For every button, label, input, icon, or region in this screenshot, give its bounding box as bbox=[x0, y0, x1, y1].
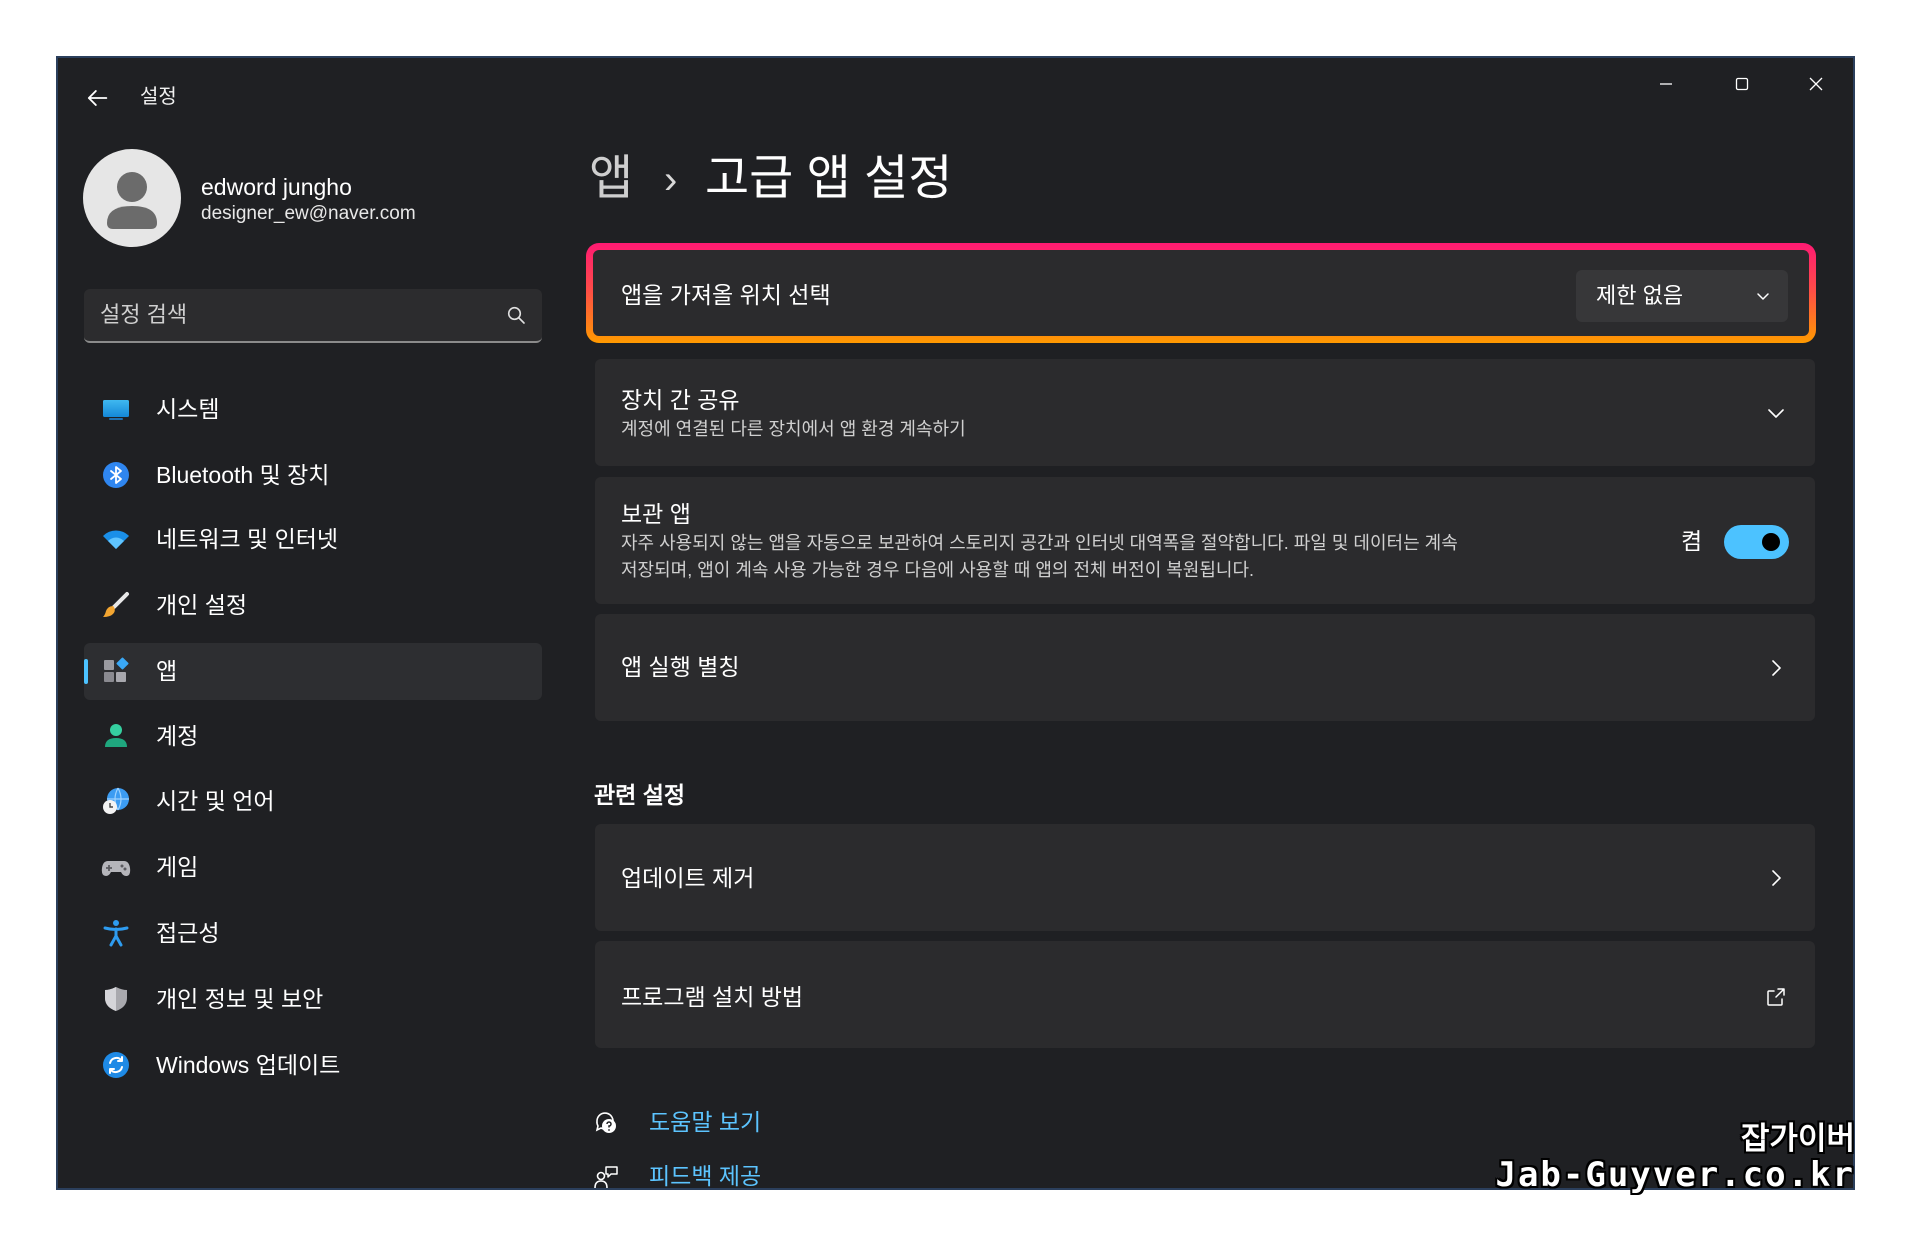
bluetooth-icon bbox=[101, 460, 131, 490]
sidebar-item-gaming[interactable]: 게임 bbox=[84, 839, 542, 896]
app-source-card-highlighted: 앱을 가져올 위치 선택 제한 없음 bbox=[586, 243, 1816, 343]
account-icon bbox=[101, 721, 131, 751]
app-source-label: 앱을 가져올 위치 선택 bbox=[621, 282, 831, 308]
sidebar-item-label: 접근성 bbox=[156, 920, 220, 946]
minimize-button[interactable] bbox=[1637, 62, 1695, 106]
sidebar-item-label: 시스템 bbox=[156, 396, 220, 422]
sidebar-item-accounts[interactable]: 계정 bbox=[84, 708, 542, 765]
maximize-icon bbox=[1733, 75, 1751, 93]
time-language-icon bbox=[101, 786, 131, 816]
toggle-knob bbox=[1762, 533, 1780, 551]
sidebar-item-label: Bluetooth 및 장치 bbox=[156, 462, 330, 488]
archive-apps-state-label: 켬 bbox=[1681, 528, 1703, 554]
avatar[interactable] bbox=[83, 149, 181, 247]
archive-apps-toggle[interactable] bbox=[1724, 525, 1789, 559]
sidebar-item-label: 개인 정보 및 보안 bbox=[156, 986, 324, 1012]
sidebar-item-label: 게임 bbox=[156, 854, 199, 880]
uninstall-updates-card[interactable]: 업데이트 제거 bbox=[595, 824, 1815, 931]
archive-apps-card: 보관 앱 자주 사용되지 않는 앱을 자동으로 보관하여 스토리지 공간과 인터… bbox=[595, 477, 1815, 604]
watermark-korean: 잡가이버 bbox=[1740, 1121, 1855, 1156]
program-install-method-card[interactable]: 프로그램 설치 방법 bbox=[595, 941, 1815, 1048]
sidebar-item-label: 앱 bbox=[156, 658, 178, 684]
personalization-brush-icon bbox=[101, 590, 131, 620]
sidebar-item-time-language[interactable]: 시간 및 언어 bbox=[84, 773, 542, 830]
system-icon bbox=[101, 394, 131, 424]
apps-icon bbox=[101, 656, 131, 686]
archive-apps-title: 보관 앱 bbox=[621, 501, 691, 527]
window-title: 설정 bbox=[140, 86, 177, 108]
close-icon bbox=[1807, 75, 1825, 93]
breadcrumb-parent[interactable]: 앱 bbox=[589, 150, 633, 208]
accessibility-icon bbox=[101, 918, 131, 948]
program-install-method-label: 프로그램 설치 방법 bbox=[621, 984, 804, 1010]
archive-apps-description-line2: 저장되며, 앱이 계속 사용 가능한 경우 다음에 사용할 때 앱의 전체 버전… bbox=[621, 560, 1255, 580]
help-link-label: 도움말 보기 bbox=[649, 1109, 762, 1135]
feedback-link-label: 피드백 제공 bbox=[649, 1163, 762, 1189]
sidebar-item-personalization[interactable]: 개인 설정 bbox=[84, 577, 542, 634]
watermark-domain: Jab-Guyver.co.kr bbox=[1495, 1155, 1855, 1195]
archive-apps-description-line1: 자주 사용되지 않는 앱을 자동으로 보관하여 스토리지 공간과 인터넷 대역폭… bbox=[621, 533, 1458, 553]
network-icon bbox=[101, 524, 131, 554]
app-source-value: 제한 없음 bbox=[1596, 283, 1684, 308]
sidebar-item-label: Windows 업데이트 bbox=[156, 1052, 341, 1078]
feedback-icon bbox=[593, 1164, 619, 1188]
sidebar-item-privacy-security[interactable]: 개인 정보 및 보안 bbox=[84, 971, 542, 1028]
maximize-button[interactable] bbox=[1713, 62, 1771, 106]
share-across-devices-card[interactable]: 장치 간 공유 계정에 연결된 다른 장치에서 앱 환경 계속하기 bbox=[595, 359, 1815, 466]
sidebar-item-label: 계정 bbox=[156, 723, 199, 749]
share-across-devices-title: 장치 간 공유 bbox=[621, 387, 740, 413]
related-settings-heading: 관련 설정 bbox=[594, 782, 686, 808]
sidebar-item-label: 네트워크 및 인터넷 bbox=[156, 526, 339, 552]
sidebar-item-network[interactable]: 네트워크 및 인터넷 bbox=[84, 511, 542, 568]
user-avatar-icon bbox=[107, 172, 157, 229]
sidebar-item-label: 시간 및 언어 bbox=[156, 788, 275, 814]
back-arrow-icon[interactable] bbox=[83, 84, 111, 112]
external-link-icon bbox=[1765, 986, 1787, 1008]
app-source-dropdown[interactable]: 제한 없음 bbox=[1576, 270, 1788, 322]
page-title: 고급 앱 설정 bbox=[705, 152, 953, 205]
minimize-icon bbox=[1657, 75, 1675, 93]
share-across-devices-description: 계정에 연결된 다른 장치에서 앱 환경 계속하기 bbox=[621, 419, 966, 439]
chevron-down-icon[interactable] bbox=[1765, 402, 1787, 424]
search-icon[interactable] bbox=[506, 305, 526, 325]
sidebar-item-system[interactable]: 시스템 bbox=[84, 381, 542, 438]
close-button[interactable] bbox=[1787, 62, 1845, 106]
app-execution-aliases-label: 앱 실행 별칭 bbox=[621, 654, 740, 680]
gaming-icon bbox=[101, 852, 131, 882]
settings-window: 설정 edword jungho designer_ew@naver.com 설… bbox=[56, 56, 1855, 1190]
chevron-right-icon bbox=[1765, 867, 1787, 889]
chevron-down-icon bbox=[1754, 287, 1772, 305]
uninstall-updates-label: 업데이트 제거 bbox=[621, 865, 755, 891]
profile-email: designer_ew@naver.com bbox=[201, 203, 416, 224]
search-box[interactable] bbox=[84, 289, 542, 343]
windows-update-icon bbox=[101, 1050, 131, 1080]
chevron-right-icon bbox=[1765, 657, 1787, 679]
privacy-shield-icon bbox=[101, 984, 131, 1014]
selection-indicator bbox=[84, 659, 88, 684]
sidebar-item-bluetooth[interactable]: Bluetooth 및 장치 bbox=[84, 447, 542, 504]
profile-name: edword jungho bbox=[201, 174, 352, 200]
search-input[interactable] bbox=[84, 289, 484, 341]
breadcrumb-separator: › bbox=[664, 158, 678, 202]
sidebar-item-apps[interactable]: 앱 bbox=[84, 643, 542, 700]
help-icon bbox=[593, 1110, 619, 1136]
sidebar-item-label: 개인 설정 bbox=[156, 592, 248, 618]
sidebar-item-accessibility[interactable]: 접근성 bbox=[84, 905, 542, 962]
app-execution-aliases-card[interactable]: 앱 실행 별칭 bbox=[595, 614, 1815, 721]
sidebar-item-windows-update[interactable]: Windows 업데이트 bbox=[84, 1037, 542, 1094]
